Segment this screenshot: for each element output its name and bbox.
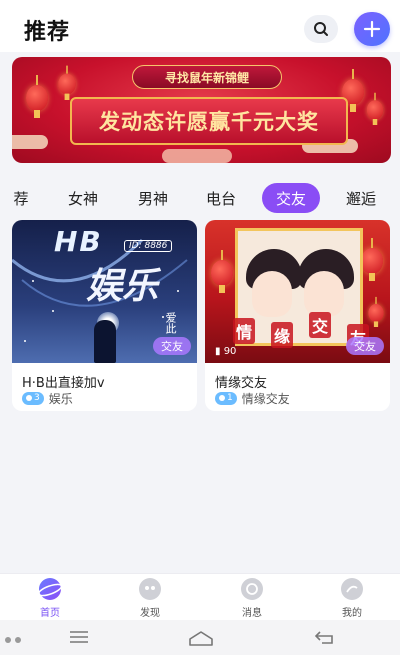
plus-icon xyxy=(363,20,381,38)
room-card[interactable]: 情 缘 交 友 ▮ 90 交友 情缘交友 1 情缘交友 xyxy=(205,220,390,411)
profile-icon xyxy=(341,578,363,600)
online-icon xyxy=(219,395,225,401)
room-cover: HB ID: 8886 娱乐 爱此 交友 xyxy=(12,220,197,363)
cloud-decoration xyxy=(12,135,48,149)
viewer-icon: ▮ xyxy=(215,346,224,357)
couple-silhouette xyxy=(94,320,116,363)
add-post-button[interactable] xyxy=(354,12,390,46)
online-count-badge: 1 xyxy=(215,391,237,405)
room-meta: 1 情缘交友 xyxy=(215,390,290,406)
nav-home[interactable]: 首页 xyxy=(20,578,80,620)
room-card[interactable]: HB ID: 8886 娱乐 爱此 交友 H·B出直接加v 3 娱乐 xyxy=(12,220,197,411)
nav-home-label: 首页 xyxy=(40,608,60,619)
nav-discover-label: 发现 xyxy=(140,608,160,619)
tab-recommend[interactable]: 荐 xyxy=(6,183,36,213)
lantern-icon xyxy=(366,92,384,125)
room-tag: 交友 xyxy=(153,337,191,355)
cover-title: HB xyxy=(54,225,103,258)
online-count-badge: 3 xyxy=(22,391,44,405)
tab-goddess[interactable]: 女神 xyxy=(58,183,108,213)
viewer-count: ▮ 90 xyxy=(215,346,236,357)
cover-char: 交 xyxy=(309,312,332,338)
planet-icon xyxy=(39,578,61,600)
lantern-icon xyxy=(211,250,233,293)
cover-char: 缘 xyxy=(271,322,294,348)
menu-icon[interactable] xyxy=(68,629,90,645)
room-meta: 3 娱乐 xyxy=(22,390,73,406)
room-tag: 交友 xyxy=(346,337,384,355)
nav-messages-label: 消息 xyxy=(242,608,262,619)
promo-banner[interactable]: 寻找鼠年新锦鲤 发动态许愿赢千元大奖 xyxy=(12,57,391,163)
room-category: 情缘交友 xyxy=(241,391,290,406)
bottom-nav: 首页 发现 消息 我的 xyxy=(0,573,400,620)
online-icon xyxy=(26,395,32,401)
nav-discover[interactable]: 发现 xyxy=(120,578,180,620)
nav-profile[interactable]: 我的 xyxy=(322,578,382,620)
face-left xyxy=(252,271,292,317)
back-icon[interactable] xyxy=(314,629,336,645)
page-title: 推荐 xyxy=(24,20,71,45)
cover-side-text: 爱此 xyxy=(164,312,177,334)
top-header: 推荐 xyxy=(0,0,400,52)
tab-god[interactable]: 男神 xyxy=(128,183,178,213)
tab-radio[interactable]: 电台 xyxy=(196,183,246,213)
tab-dating[interactable]: 交友 xyxy=(262,183,320,213)
online-count: 3 xyxy=(34,393,40,403)
banner-headline: 寻找鼠年新锦鲤 xyxy=(132,65,282,89)
online-count: 1 xyxy=(227,393,233,403)
cover-id: ID: 8886 xyxy=(124,240,173,252)
lantern-icon xyxy=(58,65,76,101)
lantern-icon xyxy=(26,75,48,118)
cloud-decoration xyxy=(162,149,232,163)
cover-char: 情 xyxy=(233,318,256,344)
tab-encounter[interactable]: 邂逅 xyxy=(336,183,386,213)
room-cover: 情 缘 交 友 ▮ 90 交友 xyxy=(205,220,390,363)
category-tabs: 荐 女神 男神 电台 交友 邂逅 xyxy=(0,183,400,213)
banner-slogan: 发动态许愿赢千元大奖 xyxy=(70,97,348,145)
lantern-icon xyxy=(368,296,384,328)
search-button[interactable] xyxy=(304,15,338,43)
dots-icon xyxy=(5,637,21,643)
face-right xyxy=(304,271,344,317)
room-category: 娱乐 xyxy=(48,391,73,406)
chat-icon xyxy=(241,578,263,600)
room-title: 情缘交友 xyxy=(215,376,268,391)
viewer-count-value: 90 xyxy=(223,346,237,357)
cover-subtitle: 娱乐 xyxy=(86,266,159,307)
home-icon[interactable] xyxy=(187,629,215,647)
nav-profile-label: 我的 xyxy=(342,608,362,619)
discover-icon xyxy=(139,578,161,600)
nav-messages[interactable]: 消息 xyxy=(222,578,282,620)
system-nav-bar xyxy=(0,620,400,655)
room-title: H·B出直接加v xyxy=(22,376,105,391)
search-icon xyxy=(314,22,328,36)
lantern-icon xyxy=(361,238,383,281)
